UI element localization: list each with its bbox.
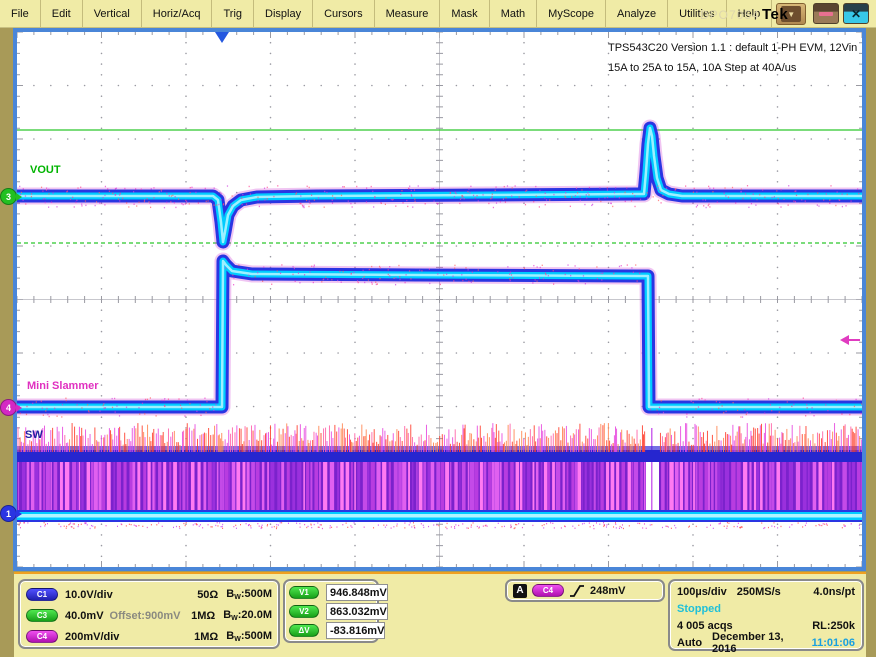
tek-logo: Tek [762, 6, 788, 23]
waveform-display: VOUT Mini Slammer SW TPS543C20 Version 1… [0, 28, 876, 572]
trigger-a-badge: A [513, 584, 527, 598]
minimize-button[interactable] [813, 3, 839, 24]
menu-mask[interactable]: Mask [440, 0, 489, 27]
close-icon: ✕ [851, 7, 861, 21]
menu-myscope[interactable]: MyScope [537, 0, 606, 27]
channel3-position-marker[interactable]: 3 [0, 188, 17, 205]
model-watermark: DPO7054 [700, 8, 760, 22]
rising-edge-icon [569, 584, 585, 598]
menu-trig[interactable]: Trig [212, 0, 254, 27]
mini-slammer-trace-label: Mini Slammer [27, 380, 99, 392]
trigger-source-badge: C4 [532, 584, 564, 597]
channel1-impedance: 50Ω [197, 589, 218, 601]
channel3-impedance: 1MΩ [191, 610, 215, 622]
channel1-scale: 10.0V/div [65, 589, 113, 601]
menu-math[interactable]: Math [490, 0, 537, 27]
cursor-v2-badge: V2 [289, 605, 319, 618]
trigger-readout-box[interactable]: A C4 248mV [505, 579, 665, 602]
menu-measure[interactable]: Measure [375, 0, 441, 27]
channel4-bandwidth: BW:500M [226, 630, 272, 643]
sample-rate: 250MS/s [737, 586, 781, 598]
menu-cursors[interactable]: Cursors [313, 0, 375, 27]
minimize-icon [819, 12, 833, 16]
cursor-v2-value: 863.032mV [326, 603, 388, 620]
cursor-readout-box[interactable]: V1 946.848mV V2 863.032mV ΔV -83.816mV [283, 579, 379, 643]
cursor-dv-badge: ΔV [289, 624, 319, 637]
acquisition-status: Stopped [677, 603, 721, 615]
graticule-frame [13, 28, 866, 571]
cursor-dv-row: ΔV -83.816mV [289, 621, 373, 640]
channel4-scale: 200mV/div [65, 631, 119, 643]
channel4-position-marker[interactable]: 4 [0, 399, 17, 416]
menu-edit[interactable]: Edit [41, 0, 83, 27]
annotation-line1: TPS543C20 Version 1.1 : default 1-PH EVM… [608, 38, 860, 58]
status-bar-inner: C1 10.0V/div 50Ω BW:500M C3 40.0mV Offse… [14, 572, 866, 657]
trigger-mode: Auto [677, 637, 702, 649]
status-time: 11:01:06 [812, 637, 855, 649]
channel3-bandwidth: BW:20.0M [223, 609, 272, 622]
channel4-readout[interactable]: C4 200mV/div 1MΩ BW:500M [26, 626, 272, 647]
cursor-v1-value: 946.848mV [326, 584, 388, 601]
record-length: RL:250k [812, 620, 855, 632]
timebase-readout-box[interactable]: 100µs/div 250MS/s 4.0ns/pt Stopped 4 005… [668, 579, 864, 651]
channel4-badge: C4 [26, 630, 58, 643]
channel4-impedance: 1MΩ [194, 631, 218, 643]
menu-bar: File Edit Vertical Horiz/Acq Trig Displa… [0, 0, 876, 28]
menu-horiz-acq[interactable]: Horiz/Acq [142, 0, 213, 27]
timebase-scale: 100µs/div [677, 586, 727, 598]
menu-display[interactable]: Display [254, 0, 313, 27]
channel3-readout[interactable]: C3 40.0mV Offset:900mV 1MΩ BW:20.0M [26, 605, 272, 626]
channel1-readout[interactable]: C1 10.0V/div 50Ω BW:500M [26, 584, 272, 605]
trigger-position-marker[interactable] [215, 32, 229, 43]
trigger-level-value: 248mV [590, 585, 625, 597]
channel3-badge: C3 [26, 609, 58, 622]
cursor-v1-row: V1 946.848mV [289, 583, 373, 602]
channel1-badge: C1 [26, 588, 58, 601]
cursor-v2-row: V2 863.032mV [289, 602, 373, 621]
channel1-bandwidth: BW:500M [226, 588, 272, 601]
sample-resolution: 4.0ns/pt [813, 586, 855, 598]
channel3-offset: Offset:900mV [110, 610, 181, 622]
menu-analyze[interactable]: Analyze [606, 0, 668, 27]
menu-vertical[interactable]: Vertical [83, 0, 142, 27]
scope-canvas[interactable] [17, 32, 862, 567]
trigger-level-arrow[interactable] [840, 335, 862, 345]
sw-trace-label: SW [25, 429, 43, 441]
channel3-scale: 40.0mV [65, 610, 104, 622]
channel-readout-box[interactable]: C1 10.0V/div 50Ω BW:500M C3 40.0mV Offse… [18, 579, 280, 649]
channel1-position-marker[interactable]: 1 [0, 505, 17, 522]
screen-annotation: TPS543C20 Version 1.1 : default 1-PH EVM… [608, 38, 860, 78]
vout-trace-label: VOUT [30, 164, 61, 176]
annotation-line2: 15A to 25A to 15A, 10A Step at 40A/us [608, 58, 860, 78]
menu-file[interactable]: File [0, 0, 41, 27]
cursor-v1-badge: V1 [289, 586, 319, 599]
close-button[interactable]: ✕ [843, 3, 869, 24]
cursor-dv-value: -83.816mV [326, 622, 385, 639]
status-bar: C1 10.0V/div 50Ω BW:500M C3 40.0mV Offse… [0, 572, 876, 657]
status-date: December 13, 2016 [712, 631, 802, 655]
